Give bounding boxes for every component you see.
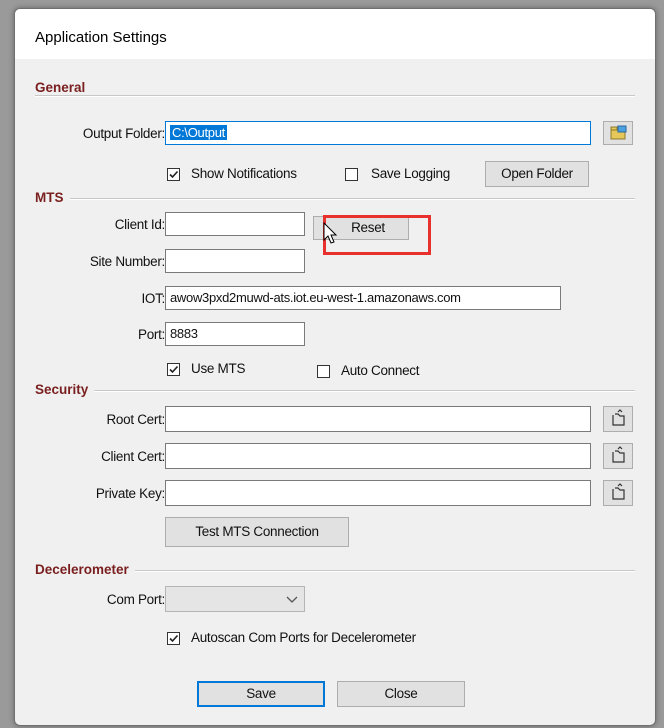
client-id-label: Client Id:: [114, 217, 166, 232]
browse-client-cert-button[interactable]: [603, 443, 633, 469]
section-security: Security: [35, 382, 95, 397]
use-mts-checkbox[interactable]: [167, 363, 180, 376]
open-file-icon: [612, 483, 625, 500]
settings-dialog: Application Settings General Output Fold…: [14, 8, 656, 726]
private-key-label: Private Key:: [95, 486, 165, 501]
root-cert-input[interactable]: [165, 406, 591, 432]
checkmark-icon: [169, 634, 179, 643]
security-divider: [35, 390, 635, 392]
port-input[interactable]: 8883: [165, 322, 305, 346]
browse-root-cert-button[interactable]: [603, 406, 633, 432]
save-logging-checkbox[interactable]: [345, 168, 358, 181]
autoscan-checkbox[interactable]: [167, 632, 180, 645]
browse-output-folder-button[interactable]: [603, 121, 633, 145]
client-id-input[interactable]: [165, 212, 305, 236]
save-logging-label[interactable]: Save Logging: [371, 166, 450, 181]
output-folder-input[interactable]: C:\Output: [165, 121, 591, 145]
test-mts-connection-button[interactable]: Test MTS Connection: [165, 517, 349, 547]
mts-divider: [35, 198, 635, 200]
close-button[interactable]: Close: [337, 681, 465, 707]
use-mts-label[interactable]: Use MTS: [191, 361, 245, 376]
root-cert-label: Root Cert:: [106, 412, 165, 427]
checkmark-icon: [169, 365, 179, 374]
open-file-icon: [612, 446, 625, 463]
section-decelerometer: Decelerometer: [35, 562, 135, 577]
open-file-icon: [612, 409, 625, 426]
title-bar[interactable]: Application Settings: [15, 9, 655, 59]
show-notifications-checkbox[interactable]: [167, 168, 180, 181]
output-folder-value: C:\Output: [170, 125, 227, 140]
site-number-input[interactable]: [165, 249, 305, 273]
open-folder-button[interactable]: Open Folder: [485, 161, 589, 187]
autoscan-label[interactable]: Autoscan Com Ports for Decelerometer: [191, 630, 416, 645]
iot-label: IOT:: [141, 291, 165, 306]
com-port-select[interactable]: [165, 586, 305, 612]
iot-input[interactable]: awow3pxd2muwd-ats.iot.eu-west-1.amazonaw…: [165, 286, 561, 310]
client-cert-label: Client Cert:: [101, 449, 165, 464]
com-port-label: Com Port:: [106, 592, 165, 607]
site-number-label: Site Number:: [89, 254, 165, 269]
output-folder-label: Output Folder:: [82, 126, 165, 141]
auto-connect-label[interactable]: Auto Connect: [341, 363, 420, 378]
auto-connect-checkbox[interactable]: [317, 365, 330, 378]
client-cert-input[interactable]: [165, 443, 591, 469]
dialog-title: Application Settings: [35, 29, 167, 46]
chevron-down-icon: [286, 596, 298, 603]
port-label: Port:: [137, 327, 165, 342]
private-key-input[interactable]: [165, 480, 591, 506]
show-notifications-label[interactable]: Show Notifications: [191, 166, 297, 181]
browse-private-key-button[interactable]: [603, 480, 633, 506]
mouse-cursor-icon: [323, 222, 338, 244]
folder-icon: [610, 125, 627, 140]
checkmark-icon: [169, 170, 179, 179]
section-general: General: [35, 80, 92, 95]
save-button[interactable]: Save: [197, 681, 325, 707]
general-divider: [35, 95, 635, 97]
section-mts: MTS: [35, 190, 70, 205]
highlight-box: [323, 215, 431, 255]
